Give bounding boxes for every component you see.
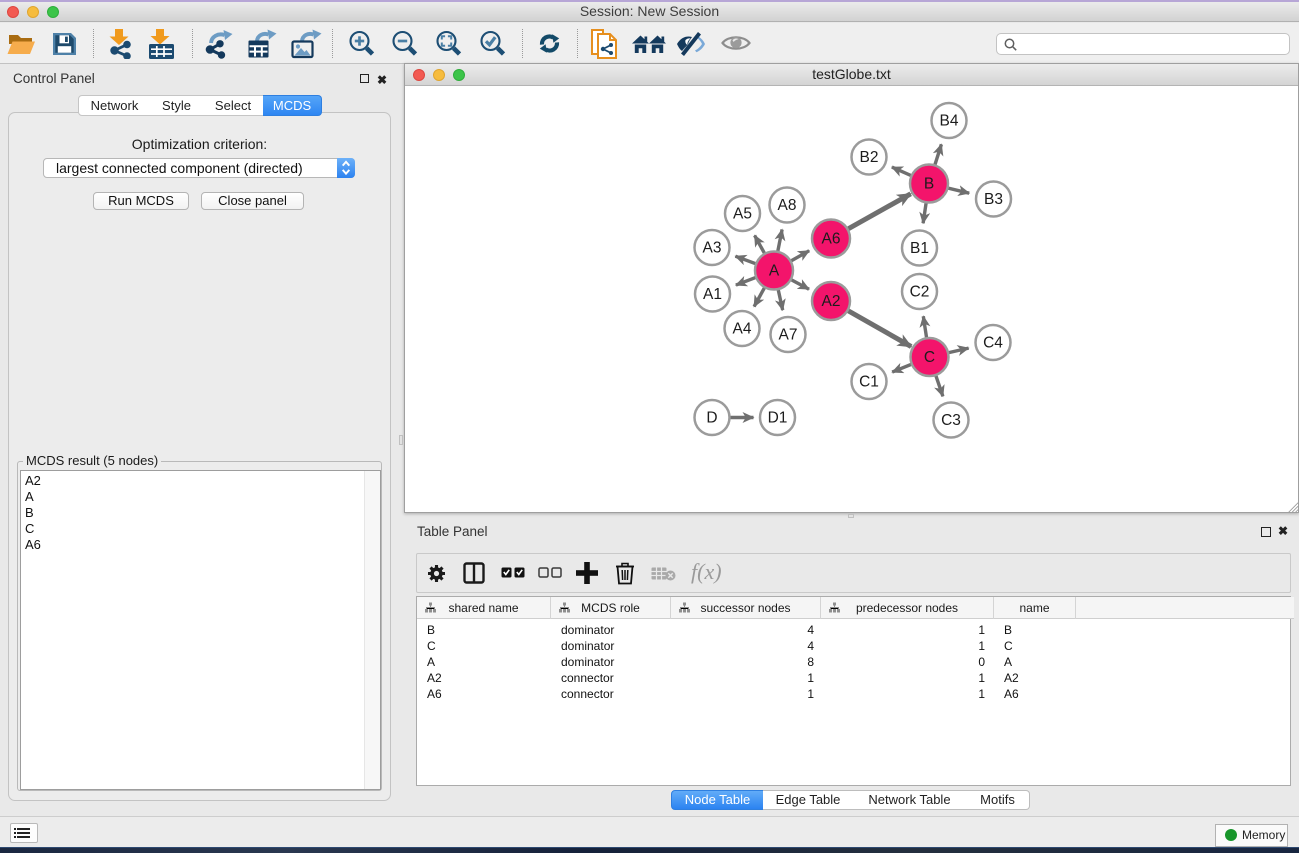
svg-text:B: B	[924, 176, 934, 193]
svg-text:A4: A4	[733, 321, 752, 338]
svg-text:A8: A8	[778, 197, 797, 214]
svg-text:A2: A2	[822, 293, 841, 310]
svg-text:B3: B3	[984, 191, 1003, 208]
svg-text:A7: A7	[779, 327, 798, 344]
svg-text:B4: B4	[940, 113, 959, 130]
svg-text:D: D	[706, 410, 717, 427]
svg-text:C2: C2	[910, 284, 930, 301]
svg-text:B2: B2	[860, 149, 879, 166]
svg-text:C: C	[924, 349, 935, 366]
svg-text:A6: A6	[822, 231, 841, 248]
svg-text:C1: C1	[859, 374, 879, 391]
svg-text:B1: B1	[910, 240, 929, 257]
svg-text:C3: C3	[941, 412, 961, 429]
svg-text:C4: C4	[983, 335, 1003, 352]
svg-text:A5: A5	[733, 206, 752, 223]
svg-text:A: A	[769, 263, 780, 280]
svg-text:A1: A1	[703, 286, 722, 303]
svg-text:D1: D1	[768, 410, 788, 427]
svg-text:A3: A3	[703, 240, 722, 257]
